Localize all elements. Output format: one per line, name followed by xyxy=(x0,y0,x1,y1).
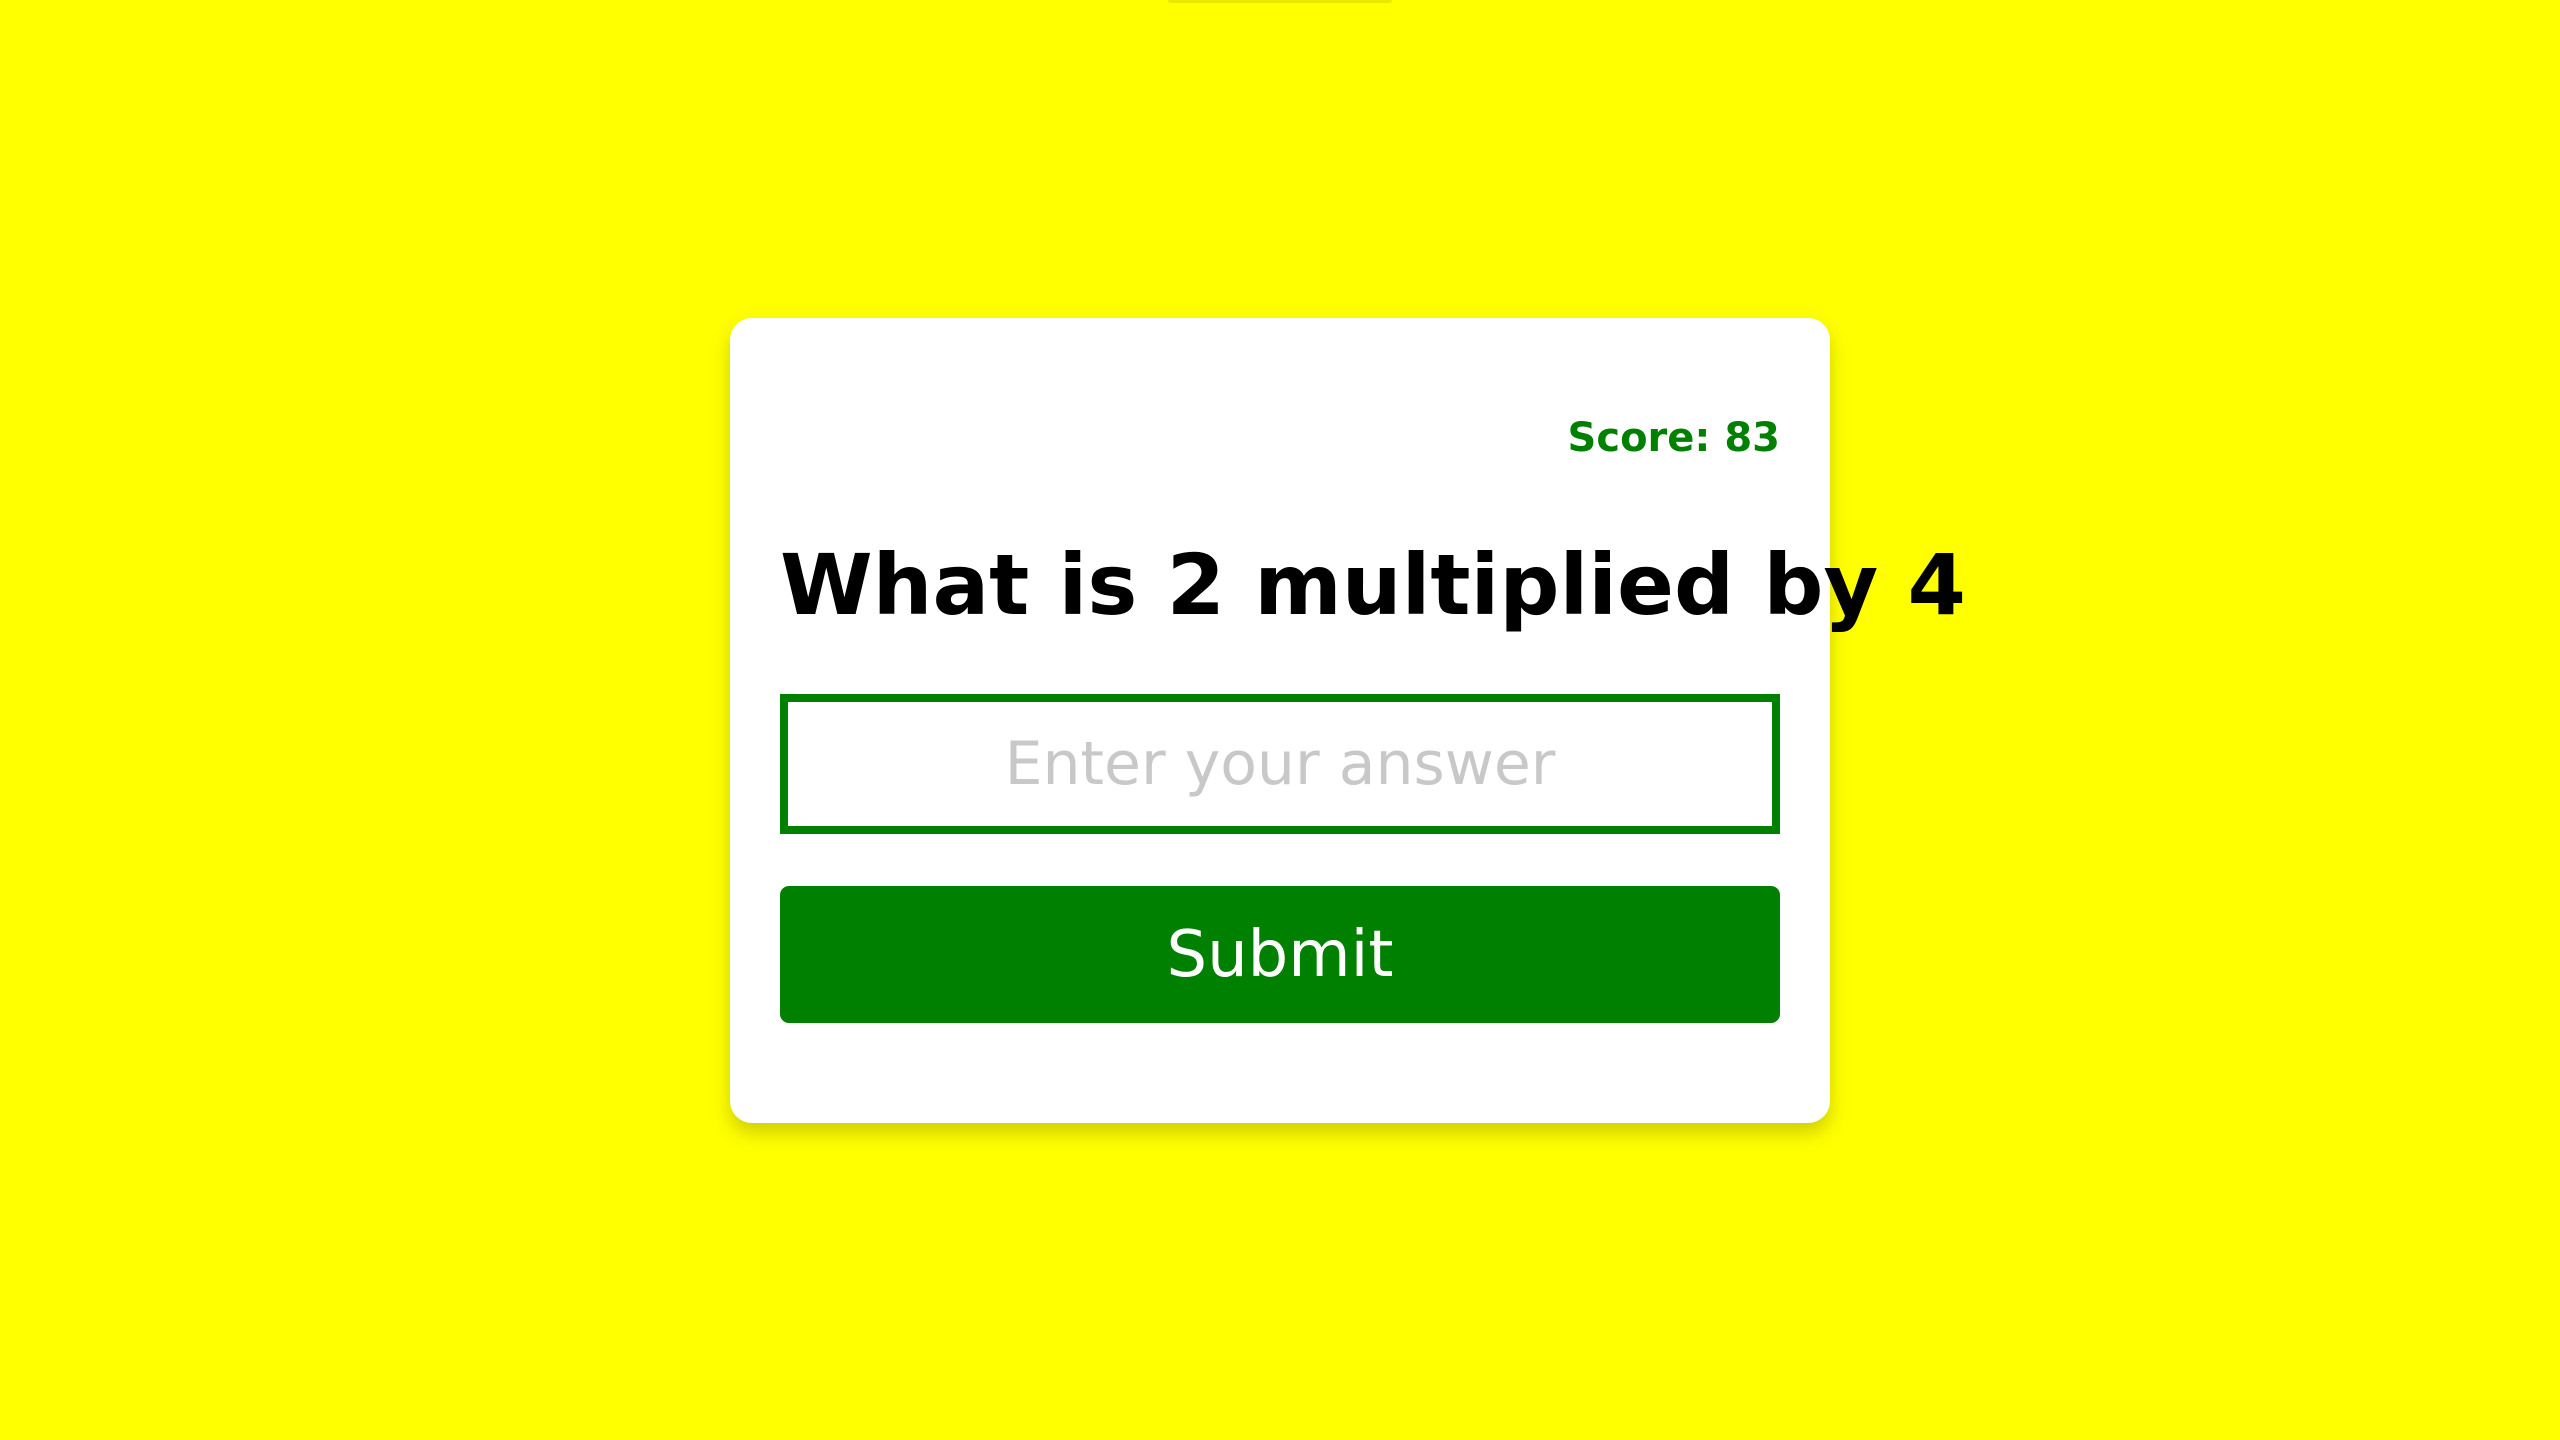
top-edge-highlight xyxy=(1168,0,1392,3)
submit-button[interactable]: Submit xyxy=(780,886,1780,1023)
quiz-card: Score: 83 What is 2 multiplied by 4 Subm… xyxy=(730,318,1966,1123)
answer-input[interactable] xyxy=(780,694,1780,834)
question-text: What is 2 multiplied by 4 xyxy=(780,536,1966,634)
score-display: Score: 83 xyxy=(1567,415,1780,461)
